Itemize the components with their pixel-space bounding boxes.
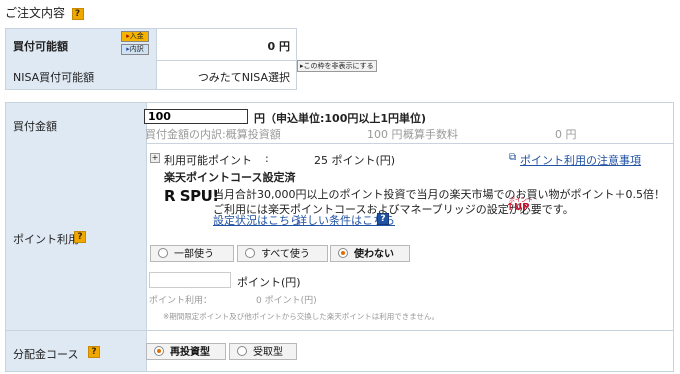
- amount-breakdown-label: 買付金額の内訳:概算投資額: [145, 128, 281, 141]
- payout-radio-circle: [237, 346, 247, 356]
- fee-value: 0 円: [555, 128, 577, 141]
- help-icon[interactable]: ?: [71, 8, 84, 20]
- use-none-radio[interactable]: 使わない: [330, 245, 410, 262]
- points-label: ポイント利用: [13, 233, 79, 246]
- buying-power-label-cell: 買付可能額 ▸入金 ▸内訳: [5, 28, 157, 61]
- available-points-value: 25 ポイント(円): [314, 154, 396, 167]
- point-up-label: UP: [514, 202, 530, 213]
- distribution-help-icon[interactable]: ?: [88, 346, 100, 358]
- nisa-label: NISA買付可能額: [13, 71, 95, 84]
- use-partial-label: 一部使う: [174, 249, 214, 260]
- external-link-icon: ⧉: [509, 152, 517, 163]
- distribution-label-cell: 分配金コース ?: [5, 331, 147, 372]
- point-usage-value: 0 ポイント(円): [256, 296, 317, 306]
- reinvest-radio[interactable]: 再投資型: [146, 343, 226, 360]
- points-input-unit: ポイント(円): [237, 276, 301, 289]
- buying-power-label: 買付可能額: [13, 40, 68, 53]
- use-partial-radio[interactable]: 一部使う: [150, 245, 234, 262]
- use-all-radio[interactable]: すべて使う: [237, 245, 328, 262]
- use-all-label: すべて使う: [261, 249, 310, 260]
- points-help-icon[interactable]: ?: [74, 231, 86, 243]
- deposit-button-label: 入金: [129, 32, 144, 40]
- section-header: ご注文内容 ?: [5, 4, 84, 21]
- available-points-colon: :: [265, 152, 269, 165]
- amount-value-cell: 円（申込単位:100円以上1円単位) 買付金額の内訳:概算投資額 100 円 概…: [144, 102, 674, 144]
- use-partial-radio-circle: [158, 248, 168, 258]
- points-footnote: ※期間限定ポイント及び他ポイントから交換した楽天ポイントは利用できません。: [163, 312, 440, 321]
- amount-label: 買付金額: [13, 120, 57, 133]
- nisa-value: つみたてNISA選択: [197, 71, 290, 84]
- available-points-label: 利用可能ポイント: [164, 154, 252, 167]
- payout-radio[interactable]: 受取型: [229, 343, 297, 360]
- use-none-label: 使わない: [354, 249, 394, 260]
- hide-frame-label: この枠を非表示にする: [303, 62, 374, 70]
- point-usage-label: ポイント利用：: [149, 296, 213, 306]
- reinvest-label: 再投資型: [170, 347, 210, 358]
- spu-logo: R SPU!: [164, 187, 219, 205]
- points-input[interactable]: [149, 272, 231, 288]
- points-content-cell: + 利用可能ポイント : 25 ポイント(円) ⧉ ポイント利用の注意事項 楽天…: [146, 143, 674, 331]
- payout-label: 受取型: [253, 347, 283, 358]
- distribution-value-cell: 再投資型 受取型: [146, 331, 674, 372]
- nisa-value-cell: つみたてNISA選択: [156, 60, 297, 90]
- use-none-radio-circle: [338, 248, 348, 258]
- use-all-radio-circle: [245, 248, 255, 258]
- settings-status-link[interactable]: 設定状況はこちら: [213, 212, 301, 228]
- points-label-cell: ポイント利用 ?: [5, 143, 147, 331]
- conditions-help-icon[interactable]: ?: [377, 213, 389, 225]
- buying-power-value-cell: 0 円: [156, 28, 297, 61]
- amount-input[interactable]: [144, 109, 248, 124]
- point-notes-link[interactable]: ポイント利用の注意事項: [520, 152, 641, 168]
- buying-power-value: 0 円: [267, 40, 290, 53]
- amount-label-cell: 買付金額: [5, 102, 147, 144]
- breakdown-button-label: 内訳: [129, 45, 144, 53]
- promo-line-1: 当月合計30,000円以上のポイント投資で当月の楽天市場でのお買い物がポイント＋…: [213, 188, 665, 201]
- amount-unit-note: 円（申込単位:100円以上1円単位): [254, 112, 427, 125]
- distribution-label: 分配金コース: [13, 348, 79, 361]
- reinvest-radio-circle: [154, 346, 164, 356]
- deposit-button[interactable]: ▸入金: [121, 31, 149, 42]
- amount-breakdown-invest: 100 円: [367, 128, 403, 141]
- course-status: 楽天ポイントコース設定済: [164, 171, 296, 184]
- fee-label: 概算手数料: [403, 128, 458, 141]
- section-title: ご注文内容: [5, 6, 66, 20]
- expand-points-icon[interactable]: +: [150, 153, 160, 163]
- breakdown-button[interactable]: ▸内訳: [121, 44, 149, 55]
- hide-frame-button[interactable]: ▸この枠を非表示にする: [297, 60, 377, 72]
- nisa-label-cell: NISA買付可能額: [5, 60, 157, 90]
